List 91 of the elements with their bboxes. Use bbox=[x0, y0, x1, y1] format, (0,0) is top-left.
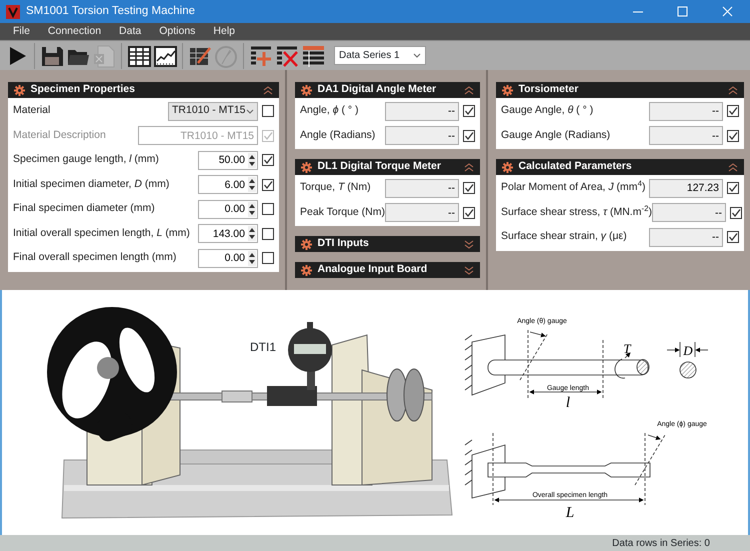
readout-field[interactable]: -- bbox=[649, 102, 723, 121]
panel-header[interactable]: Analogue Input Board bbox=[295, 262, 480, 278]
panel-title: Torsiometer bbox=[518, 82, 580, 98]
panel-title: Analogue Input Board bbox=[318, 262, 428, 278]
readout-field[interactable]: -- bbox=[649, 126, 723, 146]
gear-icon[interactable] bbox=[301, 238, 312, 250]
readout-field[interactable]: -- bbox=[649, 228, 723, 247]
checkbox[interactable] bbox=[262, 178, 274, 191]
readout-field[interactable]: -- bbox=[385, 102, 459, 121]
table-icon[interactable] bbox=[127, 44, 151, 68]
checkbox[interactable] bbox=[727, 130, 739, 142]
diagram-symbol: D bbox=[683, 343, 693, 358]
gear-icon[interactable] bbox=[502, 162, 513, 172]
status-text: Data rows in Series: 0 bbox=[612, 536, 710, 550]
menu-item[interactable]: Connection bbox=[38, 23, 110, 40]
gear-icon[interactable] bbox=[301, 264, 312, 276]
checkbox[interactable] bbox=[727, 231, 739, 244]
checkbox[interactable] bbox=[463, 105, 475, 118]
panel-title: Calculated Parameters bbox=[518, 159, 633, 174]
checkbox[interactable] bbox=[262, 154, 274, 166]
panel-title: DA1 Digital Angle Meter bbox=[318, 82, 438, 98]
checkbox[interactable] bbox=[262, 203, 274, 216]
checkbox[interactable] bbox=[727, 182, 739, 194]
checkbox[interactable] bbox=[463, 130, 475, 142]
field-label: Surface shear strain, γ (με) bbox=[501, 229, 628, 244]
checkbox[interactable] bbox=[727, 105, 739, 118]
field-label: Final overall specimen length (mm) bbox=[13, 250, 178, 266]
gear-icon[interactable] bbox=[301, 162, 312, 172]
field-label: Initial specimen diameter, D (mm) bbox=[13, 176, 170, 192]
panel-title: Specimen Properties bbox=[30, 82, 136, 98]
field-label: Polar Moment of Area, J (mm$^{4}$) bbox=[501, 180, 646, 196]
collapse-icon[interactable] bbox=[464, 162, 474, 172]
expand-icon[interactable] bbox=[464, 240, 474, 248]
checkbox[interactable] bbox=[463, 182, 475, 194]
window-title: SM1001 Torsion Testing Machine bbox=[26, 4, 196, 19]
checkbox[interactable] bbox=[730, 206, 742, 219]
field-label: Material Description bbox=[13, 128, 107, 143]
material-dropdown[interactable]: TR1010 - MT15 bbox=[168, 102, 258, 121]
field-label: Angle, ϕ ( ° ) bbox=[300, 103, 360, 118]
series-dropdown[interactable]: Data Series 1 bbox=[334, 46, 426, 65]
collapse-icon[interactable] bbox=[464, 86, 474, 94]
table-header-icon[interactable] bbox=[301, 44, 325, 68]
panel-header[interactable]: Calculated Parameters bbox=[496, 159, 744, 175]
panel-header[interactable]: Torsiometer bbox=[496, 82, 744, 98]
collapse-icon[interactable] bbox=[263, 86, 273, 94]
diagram-symbol: l bbox=[566, 395, 570, 411]
checkbox[interactable] bbox=[463, 206, 476, 219]
collapse-icon[interactable] bbox=[728, 86, 738, 94]
gear-icon[interactable] bbox=[502, 84, 513, 96]
readout-field[interactable]: 127.23 bbox=[649, 178, 723, 198]
checkbox[interactable] bbox=[262, 252, 274, 264]
readout-field[interactable]: -- bbox=[385, 178, 459, 198]
panel-header[interactable]: DTI Inputs bbox=[295, 236, 480, 252]
app-logo-icon bbox=[6, 4, 20, 18]
gear-icon[interactable] bbox=[14, 84, 25, 96]
collapse-icon[interactable] bbox=[728, 162, 738, 172]
readout-field[interactable]: -- bbox=[385, 126, 459, 146]
panel-header[interactable]: Specimen Properties bbox=[8, 82, 279, 98]
add-row-icon[interactable] bbox=[249, 44, 273, 68]
delete-row-icon[interactable] bbox=[275, 44, 299, 68]
field-label: Torque, T (Nm) bbox=[300, 180, 372, 196]
menu-item[interactable]: Options bbox=[150, 23, 204, 40]
checkbox[interactable] bbox=[262, 105, 274, 118]
gear-icon[interactable] bbox=[301, 84, 312, 96]
diagram-symbol: L bbox=[566, 505, 574, 521]
gauge-label: DTI1 bbox=[250, 339, 276, 356]
panel-header[interactable]: DA1 Digital Angle Meter bbox=[295, 82, 480, 98]
panel-title: DTI Inputs bbox=[318, 236, 370, 252]
readout-field[interactable]: -- bbox=[385, 203, 460, 222]
caret-icon bbox=[246, 108, 254, 114]
field-label: Gauge Angle (Radians) bbox=[501, 128, 612, 143]
field-label: Angle (Radians) bbox=[300, 128, 376, 143]
caret-icon bbox=[413, 53, 421, 58]
field-label: Gauge Angle, θ ( ° ) bbox=[501, 103, 594, 118]
field-label: Specimen gauge length, l (mm) bbox=[13, 152, 160, 168]
panel-title: DL1 Digital Torque Meter bbox=[318, 159, 442, 174]
field-label: Initial overall specimen length, L (mm) bbox=[13, 226, 191, 241]
menu-item[interactable]: Data bbox=[110, 23, 150, 40]
field-label: Peak Torque (Nm) bbox=[300, 204, 386, 220]
line-chart-icon[interactable] bbox=[153, 44, 177, 68]
readout-field[interactable]: -- bbox=[652, 203, 726, 222]
menu-item[interactable]: Help bbox=[204, 23, 244, 40]
field-label: Surface shear stress, τ (MN.m$^{-2}$) bbox=[501, 204, 652, 220]
diagram-symbol: T bbox=[623, 341, 631, 356]
cross-section-drawing bbox=[666, 342, 708, 378]
panel-header[interactable]: DL1 Digital Torque Meter bbox=[295, 159, 480, 175]
field-label: Material bbox=[13, 103, 52, 118]
expand-icon[interactable] bbox=[464, 266, 474, 274]
field-label: Final specimen diameter (mm) bbox=[13, 201, 156, 216]
menu-item[interactable]: File bbox=[4, 23, 39, 40]
checkbox[interactable] bbox=[262, 228, 274, 240]
